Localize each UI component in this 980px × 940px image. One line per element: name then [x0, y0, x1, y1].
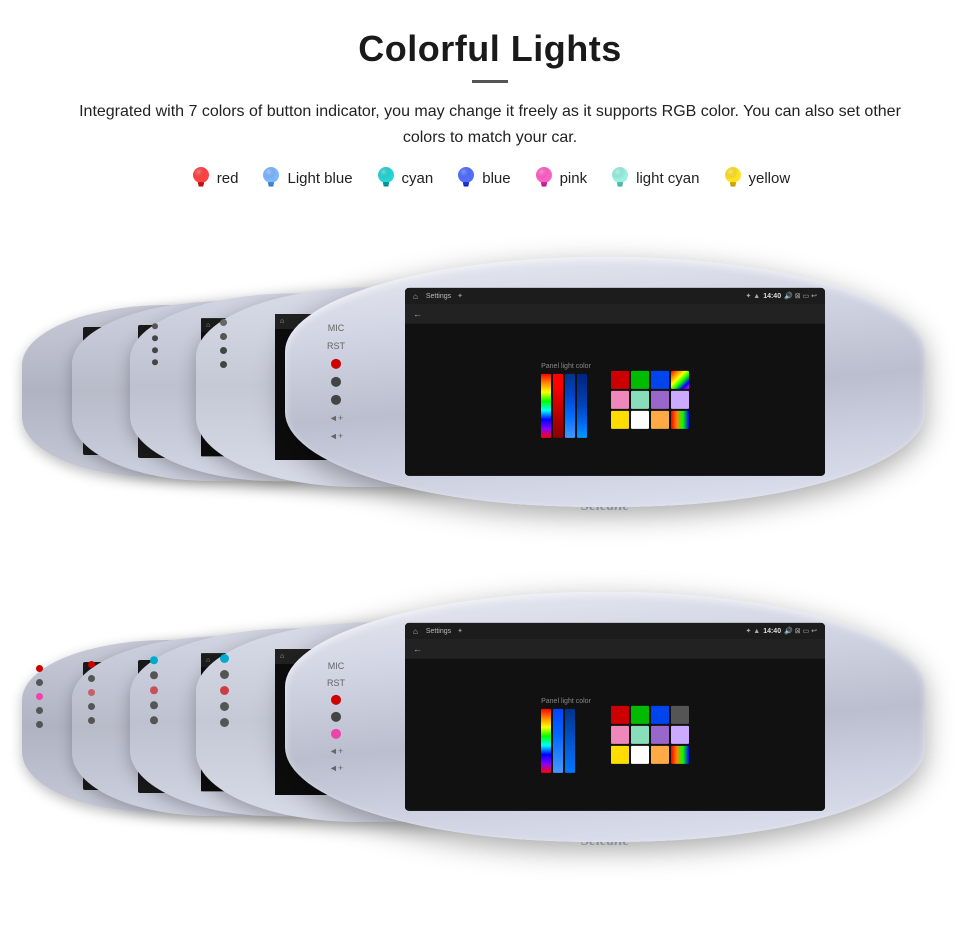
pink-label: pink — [560, 170, 588, 187]
yellow-bulb-icon — [722, 164, 744, 192]
red-bulb-icon — [190, 164, 212, 192]
blue-label: blue — [482, 170, 510, 187]
device-cluster-top: ⌂ ← ○ ▷ ⌂ ← — [0, 226, 980, 556]
color-item-yellow: yellow — [722, 164, 791, 192]
color-item-pink: pink — [533, 164, 588, 192]
cyan-bulb-icon — [375, 164, 397, 192]
red-label: red — [217, 170, 239, 187]
page-wrapper: Colorful Lights Integrated with 7 colors… — [0, 0, 980, 896]
color-item-red: red — [190, 164, 239, 192]
main-unit-top: MIC RST ◄+ ◄+ ⌂ Settings ✦ — [285, 257, 925, 515]
description-text: Integrated with 7 colors of button indic… — [60, 99, 920, 150]
color-item-lightblue: Light blue — [260, 164, 352, 192]
device-cluster-bottom: ⌂ ⌂ — [0, 556, 980, 896]
pink-bulb-icon — [533, 164, 555, 192]
color-list: red Light blue — [60, 164, 920, 192]
lightblue-bulb-icon — [260, 164, 282, 192]
blue-bulb-icon — [455, 164, 477, 192]
lightcyan-label: light cyan — [636, 170, 699, 187]
header-section: Colorful Lights Integrated with 7 colors… — [0, 0, 980, 226]
title-divider — [472, 80, 508, 83]
lightcyan-bulb-icon — [609, 164, 631, 192]
color-item-blue: blue — [455, 164, 510, 192]
yellow-label: yellow — [749, 170, 791, 187]
cyan-label: cyan — [402, 170, 434, 187]
color-item-lightcyan: light cyan — [609, 164, 699, 192]
main-unit-bottom: MIC RST ◄+ ◄+ ⌂ Settings ✦ — [285, 592, 925, 850]
page-title: Colorful Lights — [60, 28, 920, 70]
color-item-cyan: cyan — [375, 164, 434, 192]
lightblue-label: Light blue — [287, 170, 352, 187]
